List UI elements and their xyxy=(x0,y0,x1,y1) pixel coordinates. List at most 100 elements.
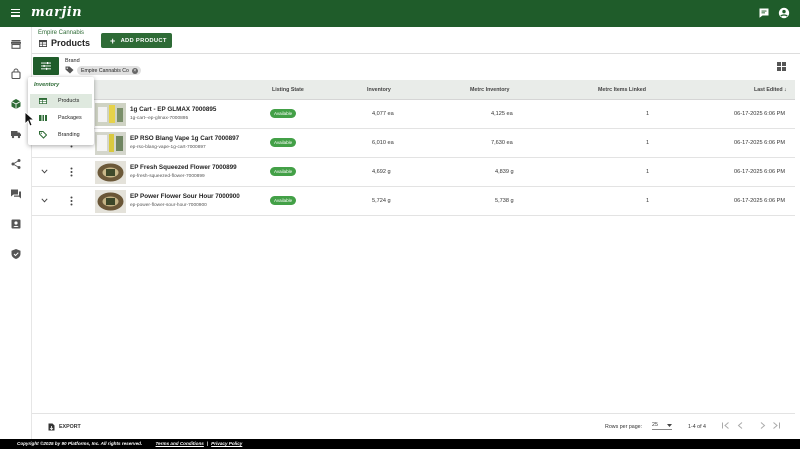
product-sku: 1g-cart--ep-glmax-7000895 xyxy=(130,116,189,121)
last-edited-value: 06-17-2025 6:06 PM xyxy=(734,140,785,146)
badge-icon[interactable] xyxy=(10,218,22,230)
page-title: Products xyxy=(51,38,91,48)
product-thumbnail[interactable] xyxy=(95,161,126,184)
rows-per-page-label: Rows per page: xyxy=(605,424,643,430)
export-label: EXPORT xyxy=(59,424,81,430)
footer-separator: | xyxy=(206,441,209,446)
grid-view-icon[interactable] xyxy=(777,62,786,71)
inventory-cube-icon[interactable] xyxy=(10,98,22,110)
menu-item-packages[interactable]: Packages xyxy=(30,111,92,125)
terms-link[interactable]: Terms and Conditions xyxy=(156,441,204,446)
product-name[interactable]: EP Power Flower Sour Hour 7000900 xyxy=(130,193,240,200)
metrc-inventory-value: 4,125 ea xyxy=(491,111,513,117)
plus-icon: + xyxy=(110,35,116,46)
last-edited-value: 06-17-2025 6:06 PM xyxy=(734,169,785,175)
inventory-menu-heading: Inventory xyxy=(34,82,60,88)
status-badge: Available xyxy=(270,138,297,147)
product-sku: ep-power-flower-sour-hour-7000900 xyxy=(130,203,207,208)
inventory-menu: Inventory Products Packages Branding xyxy=(28,77,94,145)
truck-icon[interactable] xyxy=(10,128,22,140)
next-page-icon[interactable] xyxy=(758,421,767,430)
rows-per-page-select[interactable]: 25 xyxy=(652,422,672,430)
product-sku: ep-fresh-squeezed-flower-7000899 xyxy=(130,174,205,179)
menu-item-products[interactable]: Products xyxy=(30,94,92,108)
arrow-drop-down-icon xyxy=(667,424,672,427)
previous-page-icon[interactable] xyxy=(736,421,745,430)
product-name[interactable]: EP Fresh Squeezed Flower 7000899 xyxy=(130,164,237,171)
menu-item-label: Packages xyxy=(58,115,82,121)
copyright-bar: Copyright ©2025 by 90 Platforms, Inc. Al… xyxy=(0,439,800,449)
shield-icon[interactable] xyxy=(10,248,22,260)
close-icon[interactable]: × xyxy=(131,67,138,74)
menu-item-label: Products xyxy=(58,98,80,104)
status-badge: Available xyxy=(270,196,297,205)
inventory-value: 4,692 g xyxy=(372,169,391,175)
export-button[interactable]: EXPORT xyxy=(48,423,81,431)
table-header: Listing State Inventory Metrc Inventory … xyxy=(32,80,795,100)
column-inventory[interactable]: Inventory xyxy=(367,87,391,93)
shopping-bag-icon[interactable] xyxy=(10,68,22,80)
metrc-inventory-value: 5,738 g xyxy=(495,198,514,204)
metrc-linked-value: 1 xyxy=(646,140,650,146)
metrc-linked-value: 1 xyxy=(646,111,650,117)
add-product-button[interactable]: + ADD PRODUCT xyxy=(101,33,172,48)
account-icon[interactable] xyxy=(778,7,790,19)
tag-icon xyxy=(39,131,47,139)
inventory-value: 5,724 g xyxy=(372,198,391,204)
first-page-icon[interactable] xyxy=(721,421,730,430)
chevron-down-icon[interactable] xyxy=(41,169,48,174)
table-icon xyxy=(39,39,47,47)
rows-per-page-value: 25 xyxy=(652,422,658,428)
page-header: Empire Cannabis Products + ADD PRODUCT xyxy=(32,27,800,54)
column-metrc-items-linked[interactable]: Metrc Items Linked xyxy=(598,87,646,93)
inventory-value: 6,010 ea xyxy=(372,140,394,146)
last-page-icon[interactable] xyxy=(772,421,781,430)
metrc-inventory-value: 4,839 g xyxy=(495,169,514,175)
metrc-linked-value: 1 xyxy=(646,169,650,175)
product-name[interactable]: 1g Cart - EP GLMAX 7000895 xyxy=(130,106,216,113)
breadcrumb[interactable]: Empire Cannabis xyxy=(38,30,84,36)
brand-filter-chip[interactable]: Empire Cannabis Co × xyxy=(77,66,141,75)
table-row[interactable]: EP Fresh Squeezed Flower 7000899 ep-fres… xyxy=(32,158,795,187)
product-name[interactable]: EP RSO Blang Vape 1g Cart 7000897 xyxy=(130,135,239,142)
privacy-link[interactable]: Privacy Policy xyxy=(211,441,242,446)
tag-icon xyxy=(65,66,74,74)
menu-item-label: Branding xyxy=(58,132,80,138)
menu-icon[interactable] xyxy=(9,7,23,19)
pagination-range: 1-4 of 4 xyxy=(688,424,706,430)
app-logo[interactable]: marjin xyxy=(31,5,82,20)
chip-label: Empire Cannabis Co xyxy=(81,67,129,74)
share-icon[interactable] xyxy=(10,158,22,170)
inventory-value: 4,077 ea xyxy=(372,111,394,117)
forum-icon[interactable] xyxy=(10,188,22,200)
status-badge: Available xyxy=(270,109,297,118)
chevron-down-icon[interactable] xyxy=(41,198,48,203)
table-icon xyxy=(39,98,47,104)
file-download-icon xyxy=(48,423,55,431)
metrc-linked-value: 1 xyxy=(646,198,650,204)
column-metrc-inventory[interactable]: Metrc Inventory xyxy=(470,87,509,93)
column-last-edited[interactable]: Last Edited ↓ xyxy=(754,87,787,93)
chat-icon[interactable] xyxy=(758,7,770,19)
status-badge: Available xyxy=(270,167,297,176)
store-icon[interactable] xyxy=(10,38,22,50)
top-app-bar: marjin xyxy=(0,0,800,27)
product-thumbnail[interactable] xyxy=(95,103,126,126)
add-product-label: ADD PRODUCT xyxy=(120,37,167,44)
table-row[interactable]: EP RSO Blang Vape 1g Cart 7000897 ep-rso… xyxy=(32,129,795,158)
last-edited-value: 06-17-2025 6:06 PM xyxy=(734,198,785,204)
table-row[interactable]: EP Power Flower Sour Hour 7000900 ep-pow… xyxy=(32,187,795,216)
copyright-text: Copyright ©2025 by 90 Platforms, Inc. Al… xyxy=(17,441,143,446)
product-thumbnail[interactable] xyxy=(95,132,126,155)
more-vert-icon[interactable] xyxy=(70,196,73,206)
last-edited-value: 06-17-2025 6:06 PM xyxy=(734,111,785,117)
product-thumbnail[interactable] xyxy=(95,190,126,213)
table-row[interactable]: 1g Cart - EP GLMAX 7000895 1g-cart--ep-g… xyxy=(32,100,795,129)
package-icon xyxy=(39,115,47,121)
brand-filter-label: Brand xyxy=(65,58,80,64)
column-listing-state[interactable]: Listing State xyxy=(272,87,304,93)
product-sku: ep-rso-blang-vape-1g-cart-7000897 xyxy=(130,145,206,150)
more-vert-icon[interactable] xyxy=(70,167,73,177)
filter-toggle-button[interactable] xyxy=(33,57,59,75)
menu-item-branding[interactable]: Branding xyxy=(30,128,92,142)
